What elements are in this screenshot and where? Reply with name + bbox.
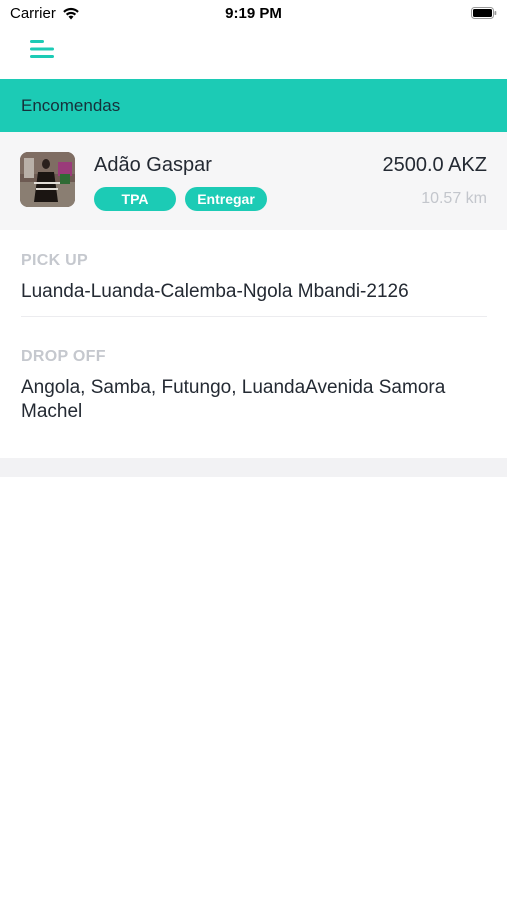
pickup-label: PICK UP xyxy=(21,252,88,269)
app-screen: Carrier 9:19 PM Encomendas Adão Gaspar 2… xyxy=(0,0,507,900)
customer-name: Adão Gaspar xyxy=(94,154,212,176)
customer-avatar xyxy=(20,152,75,207)
section-title: Encomendas xyxy=(21,95,121,115)
pickup-section: PICK UP Luanda-Luanda-Calemba-Ngola Mban… xyxy=(21,252,487,304)
section-separator xyxy=(0,458,507,477)
dropoff-section: DROP OFF Angola, Samba, Futungo, LuandaA… xyxy=(21,348,487,424)
section-header: Encomendas xyxy=(0,79,507,132)
status-bar: Carrier 9:19 PM xyxy=(0,0,507,28)
dropoff-label: DROP OFF xyxy=(21,348,106,365)
payment-method-badge: TPA xyxy=(94,187,176,211)
clock: 9:19 PM xyxy=(225,5,282,22)
top-navigation-bar xyxy=(0,28,507,79)
order-distance: 10.57 km xyxy=(421,190,487,207)
status-badge[interactable]: Entregar xyxy=(185,187,267,211)
order-card[interactable]: Adão Gaspar 2500.0 AKZ TPA Entregar 10.5… xyxy=(0,132,507,230)
dropoff-address: Angola, Samba, Futungo, LuandaAvenida Sa… xyxy=(21,377,446,422)
order-price: 2500.0 AKZ xyxy=(382,154,487,176)
hamburger-menu-icon[interactable] xyxy=(28,38,56,60)
avatar-photo xyxy=(20,152,75,207)
address-divider xyxy=(21,316,487,317)
battery-icon xyxy=(471,7,497,19)
pickup-address: Luanda-Luanda-Calemba-Ngola Mbandi-2126 xyxy=(21,281,409,302)
